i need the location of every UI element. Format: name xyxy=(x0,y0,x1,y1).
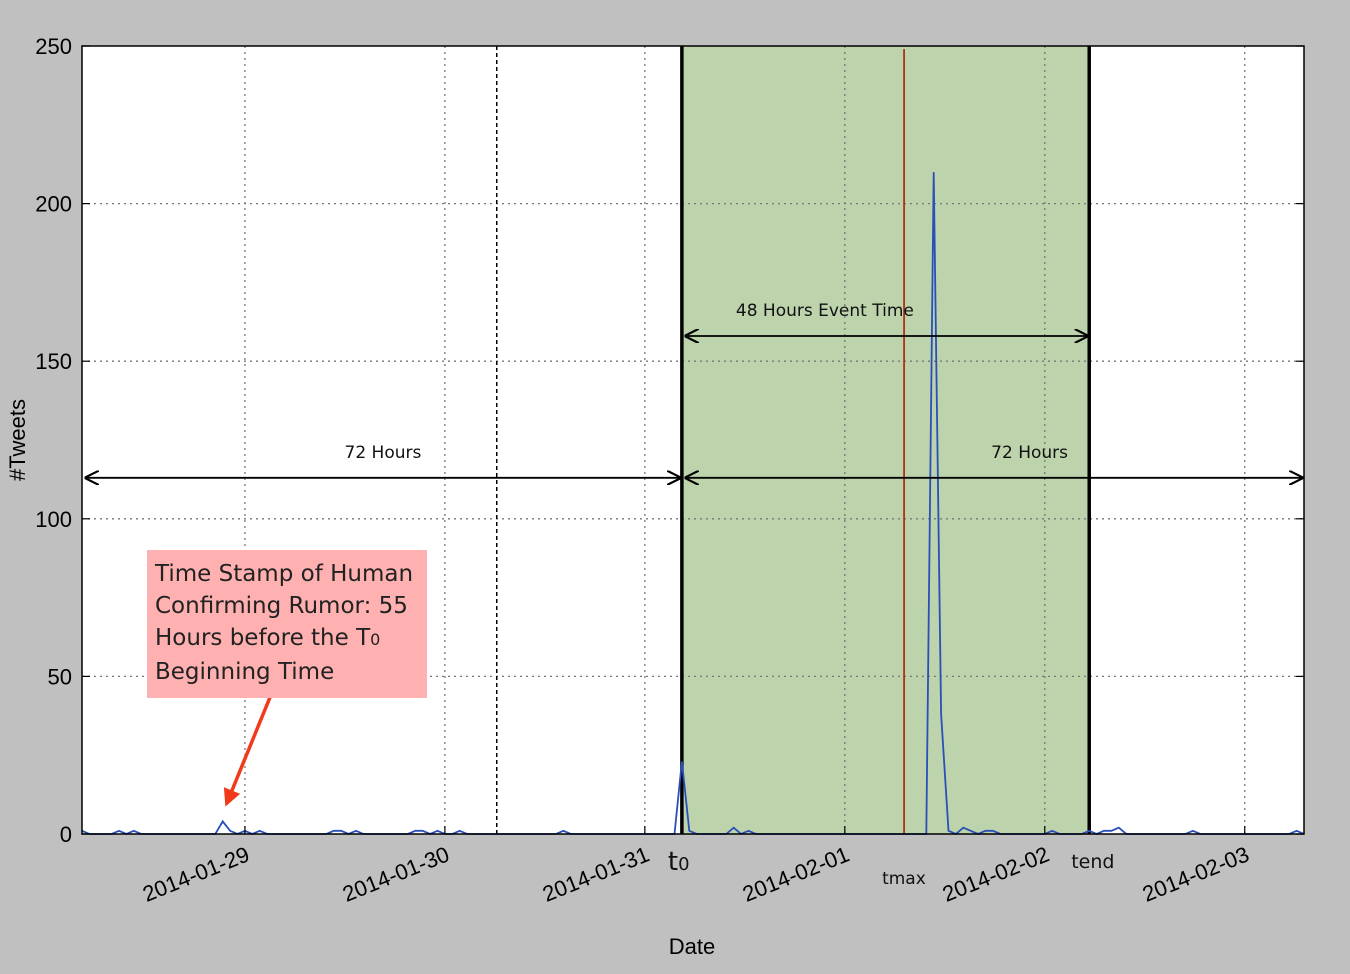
annotation-label: 72 Hours xyxy=(345,443,422,463)
y-tick-label: 0 xyxy=(60,822,72,847)
marker-label-end: tend xyxy=(1071,851,1114,873)
x-tick-label: 2014-01-29 xyxy=(139,841,253,906)
marker-subscript: end xyxy=(1079,851,1115,873)
marker-subscript: 0 xyxy=(678,854,689,875)
x-tick-label: 2014-02-02 xyxy=(939,841,1053,906)
x-tick-label: 2014-02-01 xyxy=(739,841,853,906)
marker-label-max: tmax xyxy=(882,869,926,889)
callout-subscript: 0 xyxy=(370,630,381,649)
callout-line-2: Confirming Rumor: 55 xyxy=(155,593,408,619)
annotation-label: 48 Hours Event Time xyxy=(736,301,914,321)
y-tick-label: 150 xyxy=(35,349,72,374)
callout-line-4: Beginning Time xyxy=(155,659,335,685)
y-tick-label: 200 xyxy=(35,192,72,217)
y-tick-label: 250 xyxy=(35,34,72,59)
x-tick-label: 2014-02-03 xyxy=(1139,841,1253,906)
marker-base: t xyxy=(668,847,678,877)
callout-box: Time Stamp of Human Confirming Rumor: 55… xyxy=(147,550,427,698)
event-window-region xyxy=(681,46,1090,834)
annotation-label: 72 Hours xyxy=(991,443,1068,463)
marker-subscript: max xyxy=(889,869,926,889)
marker-base: t xyxy=(1071,851,1078,873)
tweet-timeline-chart: 0 50 100 150 200 250 2014-01-29 2014-01-30 2014… xyxy=(5,34,1305,959)
y-axis-title: #Tweets xyxy=(5,399,30,481)
marker-label-0: t0 xyxy=(668,847,690,877)
x-axis-title: Date xyxy=(669,934,715,959)
y-tick-label: 100 xyxy=(35,507,72,532)
callout-line-3: Hours before the T0 xyxy=(155,625,381,651)
x-tick-label: 2014-01-31 xyxy=(539,841,653,906)
y-tick-label: 50 xyxy=(48,664,72,689)
callout-line-1: Time Stamp of Human xyxy=(155,561,414,587)
x-tick-label: 2014-01-30 xyxy=(339,841,453,906)
